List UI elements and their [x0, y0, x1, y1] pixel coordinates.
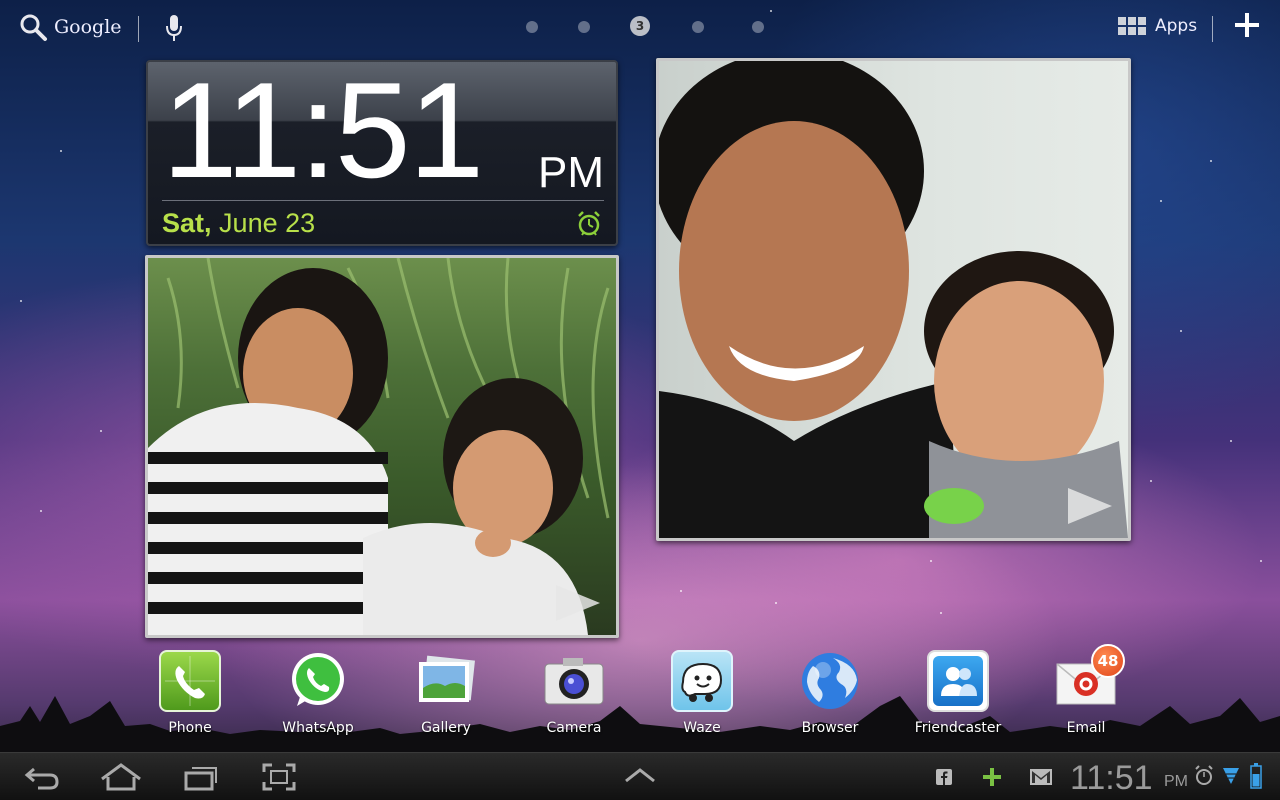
app-camera[interactable]: Camera: [519, 650, 629, 736]
microphone-icon: [166, 15, 182, 41]
recent-apps-icon: [184, 767, 217, 791]
page-dot[interactable]: [526, 21, 538, 33]
top-bar: Google 3 Apps: [0, 0, 1280, 56]
app-gallery[interactable]: Gallery: [391, 650, 501, 736]
clock-divider: [162, 200, 604, 201]
phone-icon: [159, 650, 221, 712]
voice-search-button[interactable]: [164, 13, 184, 47]
screenshot-button[interactable]: [262, 763, 296, 795]
slideshow-play-icon[interactable]: [1068, 488, 1112, 524]
app-label: Camera: [546, 720, 602, 736]
app-label: Email: [1066, 720, 1106, 736]
page-indicator: 3: [526, 16, 784, 36]
status-clock: 11:51: [1070, 759, 1153, 797]
page-dot[interactable]: [752, 21, 764, 33]
friendcaster-icon: [927, 650, 989, 712]
photo-image: [659, 61, 1128, 538]
app-email[interactable]: 48 Email: [1031, 644, 1141, 736]
clock-time: 11:51: [162, 54, 484, 206]
back-button[interactable]: [24, 763, 60, 795]
app-whatsapp[interactable]: WhatsApp: [263, 650, 373, 736]
photo-frame-widget-father-son[interactable]: [656, 58, 1131, 541]
photo-frame-widget-girls[interactable]: [145, 255, 619, 638]
whatsapp-icon: [287, 650, 349, 712]
waze-icon: [671, 650, 733, 712]
chevron-up-icon: [625, 768, 655, 783]
app-label: Gallery: [421, 720, 471, 736]
home-button[interactable]: [100, 763, 142, 795]
clock-ampm: PM: [538, 148, 604, 197]
quick-panel-button[interactable]: [624, 767, 656, 787]
app-label: Phone: [168, 720, 212, 736]
divider: [1212, 16, 1213, 42]
home-icon: [101, 763, 141, 791]
app-waze[interactable]: Waze: [647, 650, 757, 736]
apps-grid-icon: [1118, 17, 1146, 35]
alarm-icon: [576, 210, 602, 242]
search-icon: [20, 14, 47, 41]
clock-day: Sat,: [162, 208, 212, 238]
slideshow-play-icon[interactable]: [556, 585, 600, 621]
unread-count-badge: 48: [1091, 644, 1125, 678]
photo-image: [148, 258, 610, 635]
app-phone[interactable]: Phone: [135, 650, 245, 736]
app-label: Friendcaster: [914, 720, 1002, 736]
globe-icon: [799, 650, 861, 712]
app-label: Browser: [801, 720, 859, 736]
apps-label: Apps: [1155, 16, 1198, 36]
page-dot[interactable]: [692, 21, 704, 33]
alarm-status-icon: [1194, 765, 1214, 791]
clock-date: Sat, June 23: [162, 208, 315, 239]
battery-icon: [1250, 763, 1262, 793]
add-widget-button[interactable]: [1234, 12, 1260, 42]
camera-icon: [543, 650, 605, 712]
recent-apps-button[interactable]: [184, 763, 218, 795]
gallery-icon: [415, 650, 477, 712]
system-bar: 11:51 PM: [0, 752, 1280, 800]
app-label: WhatsApp: [282, 720, 354, 736]
clock-date-text: June 23: [219, 208, 316, 238]
google-search-button[interactable]: Google: [18, 12, 122, 42]
plus-icon: [1235, 13, 1259, 37]
apps-button[interactable]: Apps: [1118, 16, 1197, 36]
page-dot[interactable]: [578, 21, 590, 33]
status-ampm: PM: [1164, 773, 1188, 790]
app-label: Waze: [683, 720, 721, 736]
page-dot-current[interactable]: 3: [630, 16, 650, 36]
screen-capture-icon: [262, 763, 296, 791]
app-browser[interactable]: Browser: [775, 650, 885, 736]
facebook-notification-icon[interactable]: [936, 769, 952, 789]
gmail-notification-icon[interactable]: [1030, 769, 1052, 789]
app-friendcaster[interactable]: Friendcaster: [903, 650, 1013, 736]
back-icon: [24, 767, 59, 790]
email-icon: 48: [1055, 644, 1125, 712]
clock-widget[interactable]: 11:51 PM Sat, June 23: [146, 60, 618, 246]
plus-notification-icon[interactable]: [982, 767, 1002, 791]
divider: [138, 16, 139, 42]
wifi-icon: [1222, 766, 1240, 790]
google-label: Google: [54, 16, 122, 38]
